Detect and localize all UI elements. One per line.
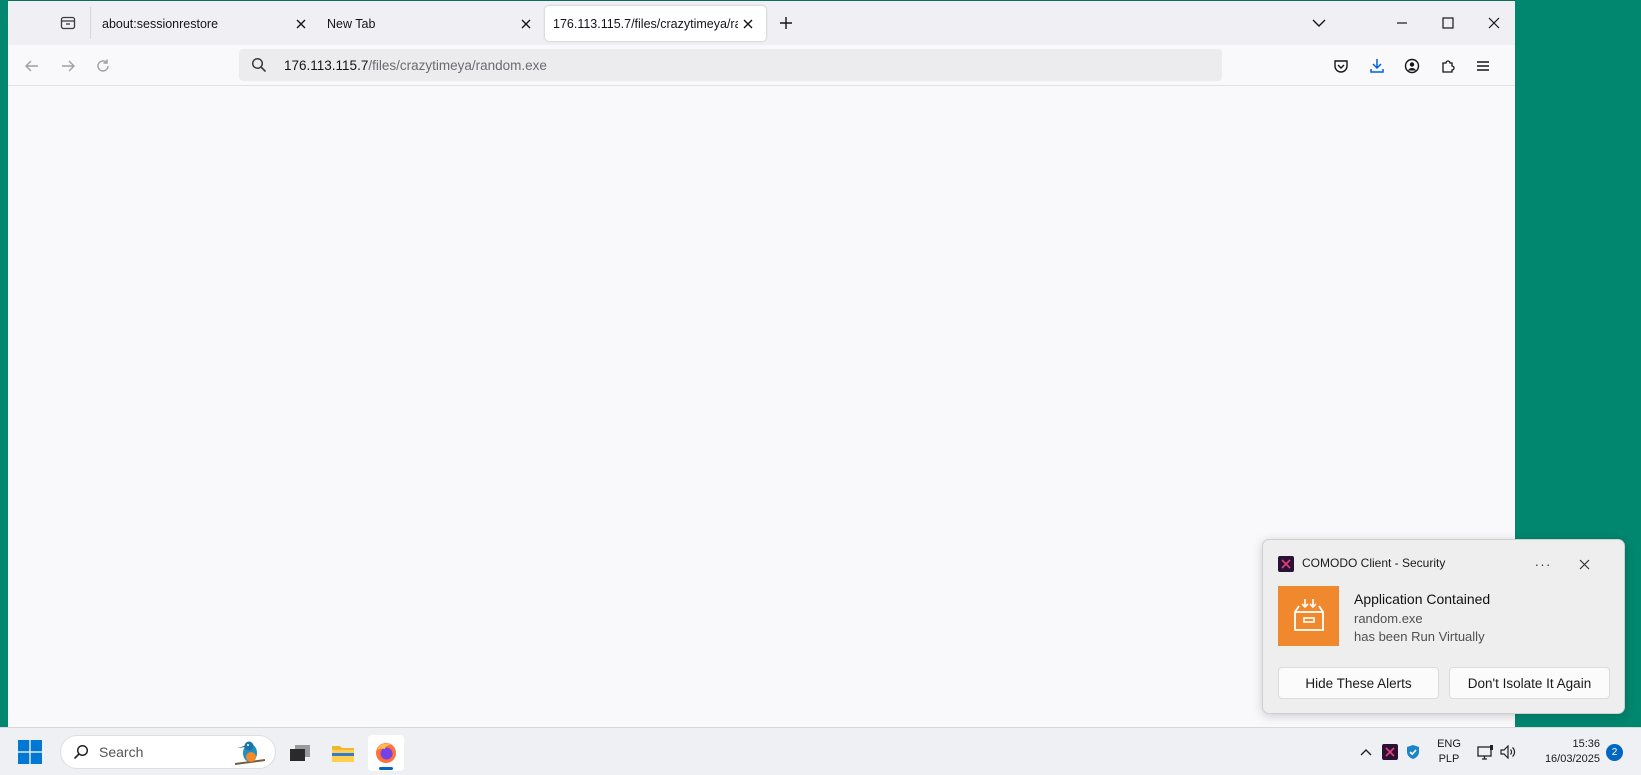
tab-session-restore[interactable]: about:sessionrestore (94, 6, 319, 41)
comodo-tray-icon[interactable] (1381, 743, 1399, 761)
comodo-app-icon (1278, 556, 1294, 572)
show-hidden-icons-chevron-icon[interactable] (1357, 743, 1375, 761)
list-all-tabs-button[interactable] (1304, 9, 1334, 37)
shield-icon[interactable] (1404, 743, 1422, 761)
tab-title: 176.113.115.7/files/crazytimeya/random.e… (553, 16, 738, 31)
notification-message: has been Run Virtually (1354, 629, 1485, 644)
network-icon[interactable] (1476, 743, 1494, 761)
tab-random-exe[interactable]: 176.113.115.7/files/crazytimeya/random.e… (545, 6, 766, 41)
tab-title: about:sessionrestore (102, 16, 219, 31)
account-icon[interactable] (1400, 54, 1424, 78)
clock[interactable]: 15:36 16/03/2025 (1528, 737, 1600, 767)
notification-close-icon[interactable] (1572, 552, 1596, 576)
notification-app-name: COMODO Client - Security (1302, 556, 1446, 570)
clock-time: 15:36 (1572, 738, 1600, 750)
url-host: 176.113.115.7 (284, 57, 369, 73)
url-path: /files/crazytimeya/random.exe (368, 57, 547, 73)
navigation-toolbar: 176.113.115.7/files/crazytimeya/random.e… (8, 45, 1515, 86)
notification-filename: random.exe (1354, 611, 1423, 626)
desktop-background (0, 0, 8, 727)
firefox-view-icon[interactable] (56, 11, 80, 35)
maximize-button[interactable] (1433, 9, 1463, 37)
hide-alerts-button[interactable]: Hide These Alerts (1278, 667, 1439, 699)
reload-button[interactable] (91, 54, 115, 78)
menu-icon[interactable] (1471, 54, 1495, 78)
kingfisher-highlight-icon (231, 738, 269, 768)
file-explorer-icon[interactable] (325, 735, 361, 771)
tab-separator (90, 7, 91, 39)
minimize-button[interactable] (1387, 9, 1417, 37)
keyboard-layout-code: PLP (1438, 753, 1460, 765)
new-tab-button[interactable] (774, 11, 798, 35)
tab-close-icon[interactable] (516, 14, 536, 34)
firefox-taskbar-icon[interactable] (368, 735, 404, 771)
tab-close-icon[interactable] (291, 14, 311, 34)
notification-count-badge[interactable]: 2 (1606, 744, 1623, 761)
search-icon (71, 742, 91, 762)
container-box-icon (1278, 586, 1339, 646)
notification-more-button[interactable]: ··· (1531, 552, 1555, 576)
url-bar[interactable]: 176.113.115.7/files/crazytimeya/random.e… (239, 49, 1222, 81)
extensions-icon[interactable] (1436, 54, 1460, 78)
tab-title: New Tab (327, 16, 376, 31)
comodo-notification[interactable]: COMODO Client - Security ··· Application… (1262, 539, 1625, 714)
active-app-indicator (379, 767, 393, 770)
input-language-indicator[interactable]: ENG PLP (1434, 737, 1464, 767)
tab-new-tab[interactable]: New Tab (319, 6, 544, 41)
dont-isolate-button[interactable]: Don't Isolate It Again (1449, 667, 1610, 699)
downloads-icon[interactable] (1365, 54, 1389, 78)
tab-bar: about:sessionrestore New Tab 176.113.115… (8, 1, 1515, 45)
forward-button[interactable] (56, 54, 80, 78)
pocket-icon[interactable] (1329, 54, 1353, 78)
close-window-button[interactable] (1479, 9, 1509, 37)
notification-title: Application Contained (1354, 591, 1491, 607)
language-code: ENG (1437, 738, 1461, 750)
task-view-icon[interactable] (282, 735, 318, 771)
windows-start-icon[interactable] (18, 740, 42, 764)
tab-close-icon[interactable] (738, 14, 758, 34)
search-icon (239, 57, 279, 73)
volume-icon[interactable] (1499, 743, 1517, 761)
clock-date: 16/03/2025 (1544, 753, 1600, 765)
search-label: Search (99, 744, 144, 760)
back-button[interactable] (20, 54, 44, 78)
taskbar-search-box[interactable]: Search (60, 735, 276, 769)
taskbar: Search ENG PLP 15:36 16/03/2025 2 (0, 727, 1641, 775)
